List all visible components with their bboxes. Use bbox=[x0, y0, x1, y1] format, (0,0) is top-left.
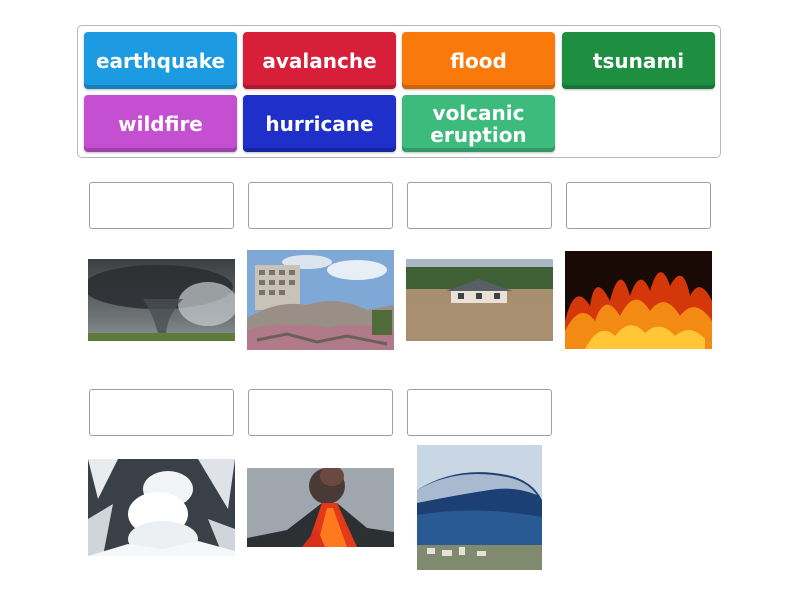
drop-slot-1[interactable] bbox=[89, 182, 234, 229]
tile-volcanic-eruption[interactable]: volcanic eruption bbox=[402, 95, 555, 152]
flooded-house-photo bbox=[406, 259, 553, 341]
earthquake-rubble-photo bbox=[247, 250, 394, 350]
tile-label: wildfire bbox=[118, 111, 203, 136]
tile-wildfire[interactable]: wildfire bbox=[84, 95, 237, 152]
tile-hurricane[interactable]: hurricane bbox=[243, 95, 396, 152]
tsunami-wave-photo bbox=[417, 445, 542, 570]
tile-label: avalanche bbox=[262, 48, 377, 73]
tile-label: volcanic eruption bbox=[430, 100, 527, 147]
tile-avalanche[interactable]: avalanche bbox=[243, 32, 396, 89]
tile-label: earthquake bbox=[95, 48, 226, 73]
wildfire-photo bbox=[565, 251, 712, 349]
tile-label: flood bbox=[450, 48, 507, 73]
tile-label: tsunami bbox=[592, 48, 685, 73]
tile-label: hurricane bbox=[265, 111, 374, 136]
tornado-photo bbox=[88, 259, 235, 341]
tile-tsunami[interactable]: tsunami bbox=[562, 32, 715, 89]
drop-slot-4[interactable] bbox=[566, 182, 711, 229]
drop-slot-6[interactable] bbox=[248, 389, 393, 436]
drop-slot-3[interactable] bbox=[407, 182, 552, 229]
drop-slot-2[interactable] bbox=[248, 182, 393, 229]
drop-slot-7[interactable] bbox=[407, 389, 552, 436]
drop-slot-5[interactable] bbox=[89, 389, 234, 436]
avalanche-photo bbox=[88, 459, 235, 556]
tile-earthquake[interactable]: earthquake bbox=[84, 32, 237, 89]
tile-flood[interactable]: flood bbox=[402, 32, 555, 89]
volcano-eruption-photo bbox=[247, 468, 394, 547]
